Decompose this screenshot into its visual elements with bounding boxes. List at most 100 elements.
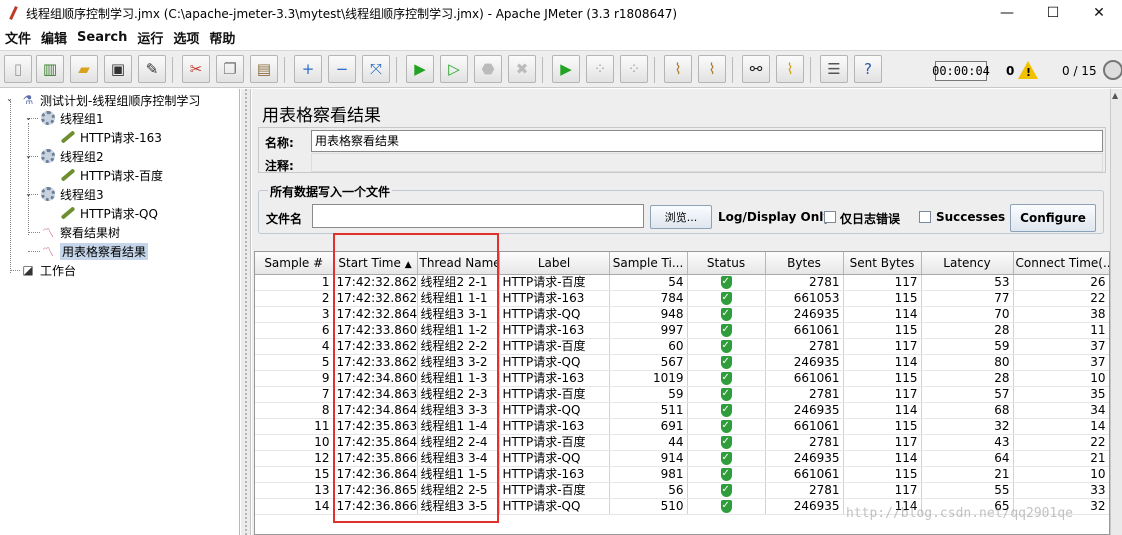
table-row[interactable]: 817:42:34.864线程组3 3-3HTTP请求-QQ511 2469351…	[255, 402, 1109, 419]
remote-stop-icon[interactable]: ⁘	[586, 55, 614, 83]
table-row[interactable]: 717:42:34.863线程组2 2-3HTTP请求-百度59 27811175…	[255, 386, 1109, 403]
menu-file[interactable]: 文件	[0, 28, 36, 47]
tree-toggle-group3[interactable]: ⌄	[24, 190, 33, 199]
table-row[interactable]: 1117:42:35.863线程组1 1-4HTTP请求-163691 66106…	[255, 418, 1109, 435]
table-row[interactable]: 917:42:34.860线程组1 1-3HTTP请求-1631019 66106…	[255, 370, 1109, 387]
column-header-start-time[interactable]: Start Time ▲	[333, 252, 418, 275]
errors-only-checkbox[interactable]	[824, 211, 836, 223]
cut-icon[interactable]: ✂	[182, 55, 210, 83]
toggle-icon[interactable]: ⤧	[362, 55, 390, 83]
pane-splitter[interactable]	[241, 89, 251, 535]
copy-icon[interactable]: ❐	[216, 55, 244, 83]
menu-edit[interactable]: 编辑	[36, 28, 72, 47]
cell-sample-time: 914	[609, 450, 688, 467]
elapsed-timer: 00:00:04	[932, 61, 990, 81]
tree-node-test-plan[interactable]: ⚗ 测试计划-线程组顺序控制学习	[20, 91, 201, 109]
cell-bytes: 661061	[765, 418, 844, 435]
help-icon[interactable]: ?	[854, 55, 882, 83]
remote-engines-icon[interactable]	[1103, 60, 1122, 80]
shutdown-icon[interactable]: ✖	[508, 55, 536, 83]
success-shield-icon	[720, 386, 732, 401]
table-row[interactable]: 1517:42:36.864线程组1 1-5HTTP请求-163981 66106…	[255, 466, 1109, 483]
collapse-icon[interactable]: −	[328, 55, 356, 83]
tree-node-thread-group-2[interactable]: 线程组2	[40, 147, 104, 165]
success-shield-icon	[720, 482, 732, 497]
start-icon[interactable]: ▶	[406, 55, 434, 83]
warning-icon[interactable]: !	[1018, 61, 1038, 79]
cell-bytes: 661061	[765, 322, 844, 339]
table-row[interactable]: 217:42:32.862线程组1 1-1HTTP请求-163784 661053…	[255, 290, 1109, 307]
minimize-button[interactable]: —	[984, 0, 1030, 26]
cell-bytes: 661053	[765, 290, 844, 307]
menu-options[interactable]: 选项	[168, 28, 204, 47]
cell-bytes: 2781	[765, 338, 844, 355]
table-row[interactable]: 317:42:32.864线程组3 3-1HTTP请求-QQ948 2469351…	[255, 306, 1109, 323]
table-row[interactable]: 1317:42:36.865线程组2 2-5HTTP请求-百度56 2781117…	[255, 482, 1109, 499]
column-header-connect-time[interactable]: Connect Time(...	[1013, 252, 1109, 275]
column-header-sample-number[interactable]: Sample #	[255, 252, 334, 275]
tree-node-view-results-tree[interactable]: 〽 察看结果树	[40, 223, 120, 241]
table-row[interactable]: 117:42:32.862线程组2 2-1HTTP请求-百度54 27811175…	[255, 274, 1109, 291]
tree-node-http-163[interactable]: HTTP请求-163	[60, 128, 162, 146]
filename-input[interactable]	[312, 204, 644, 228]
clear-all-icon[interactable]: ⌇	[698, 55, 726, 83]
cell-sent-bytes: 115	[843, 322, 922, 339]
scroll-up-icon[interactable]: ▲	[1112, 91, 1118, 100]
table-row[interactable]: 417:42:33.862线程组2 2-2HTTP请求-百度60 27811175…	[255, 338, 1109, 355]
menu-search[interactable]: Search	[72, 30, 132, 45]
function-helper-icon[interactable]: ☰	[820, 55, 848, 83]
table-row[interactable]: 1217:42:35.866线程组3 3-4HTTP请求-QQ914 246935…	[255, 450, 1109, 467]
open-icon[interactable]: ▰	[70, 55, 98, 83]
tree-toggle-group2[interactable]: ⌄	[24, 152, 33, 161]
save-as-icon[interactable]: ✎	[138, 55, 166, 83]
cell-sample-time: 691	[609, 418, 688, 435]
table-row[interactable]: 517:42:33.862线程组3 3-2HTTP请求-QQ567 2469351…	[255, 354, 1109, 371]
column-header-label[interactable]: Label	[499, 252, 610, 275]
name-comment-box: 名称: 用表格察看结果 注释:	[258, 127, 1106, 173]
name-input[interactable]: 用表格察看结果	[311, 130, 1103, 152]
menu-run[interactable]: 运行	[132, 28, 168, 47]
tree-node-http-qq[interactable]: HTTP请求-QQ	[60, 204, 158, 222]
configure-button[interactable]: Configure	[1010, 204, 1096, 232]
expand-icon[interactable]: +	[294, 55, 322, 83]
table-row[interactable]: 617:42:33.860线程组1 1-2HTTP请求-163997 661061…	[255, 322, 1109, 339]
tree-node-view-results-table[interactable]: 〽 用表格察看结果	[40, 242, 149, 260]
remote-shutdown-icon[interactable]: ⁘	[620, 55, 648, 83]
close-button[interactable]: ✕	[1076, 0, 1122, 26]
comment-input[interactable]	[311, 153, 1103, 172]
cell-start-time: 17:42:32.862	[333, 290, 418, 307]
reset-search-broom-icon[interactable]: ⌇	[776, 55, 804, 83]
start-no-timers-icon[interactable]: ▷	[440, 55, 468, 83]
cell-bytes: 246935	[765, 354, 844, 371]
remote-start-icon[interactable]: ▶	[552, 55, 580, 83]
paste-icon[interactable]: ▤	[250, 55, 278, 83]
stop-icon[interactable]: ⬣	[474, 55, 502, 83]
templates-icon[interactable]: ▥	[36, 55, 64, 83]
tree-node-http-baidu[interactable]: HTTP请求-百度	[60, 166, 163, 184]
cell-bytes: 661061	[765, 370, 844, 387]
column-header-bytes[interactable]: Bytes	[765, 252, 844, 275]
tree-node-thread-group-3[interactable]: 线程组3	[40, 185, 104, 203]
new-icon[interactable]: ▯	[4, 55, 32, 83]
column-header-sent-bytes[interactable]: Sent Bytes	[843, 252, 922, 275]
save-icon[interactable]: ▣	[104, 55, 132, 83]
cell-label: HTTP请求-百度	[499, 386, 610, 403]
column-header-latency[interactable]: Latency	[921, 252, 1014, 275]
menu-help[interactable]: 帮助	[204, 28, 240, 47]
browse-button[interactable]: 浏览...	[650, 205, 712, 229]
column-header-sample-time[interactable]: Sample Ti...	[609, 252, 688, 275]
test-plan-flask-icon: ⚗	[22, 93, 34, 107]
tree-node-workbench[interactable]: ◪ 工作台	[20, 261, 76, 279]
search-binoculars-icon[interactable]: ⚯	[742, 55, 770, 83]
tree-toggle-root[interactable]: ⌄	[5, 95, 14, 104]
table-row[interactable]: 1017:42:35.864线程组2 2-4HTTP请求-百度44 2781117…	[255, 434, 1109, 451]
clear-icon[interactable]: ⌇	[664, 55, 692, 83]
column-header-status[interactable]: Status	[687, 252, 766, 275]
successes-checkbox[interactable]	[919, 211, 931, 223]
maximize-button[interactable]: ☐	[1030, 0, 1076, 26]
column-header-thread-name[interactable]: Thread Name	[417, 252, 500, 275]
tree-node-thread-group-1[interactable]: 线程组1	[40, 109, 104, 127]
cell-label: HTTP请求-QQ	[499, 450, 610, 467]
tree-toggle-group1[interactable]: ⌄	[24, 114, 33, 123]
vertical-scrollbar[interactable]: ▲	[1110, 89, 1122, 535]
